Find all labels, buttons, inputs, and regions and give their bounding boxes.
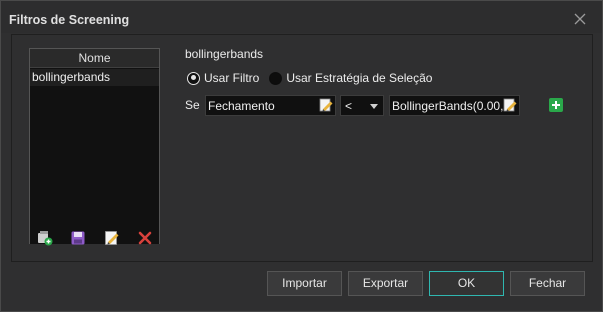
operator-select[interactable]: < — [340, 95, 384, 116]
mode-radio-group: Usar Filtro Usar Estratégia de Seleção — [187, 70, 442, 86]
save-icon — [71, 231, 85, 245]
add-filter-icon — [38, 231, 53, 246]
delete-icon — [138, 231, 152, 245]
list-toolbar — [30, 227, 159, 246]
ok-button[interactable]: OK — [429, 271, 504, 296]
use-filter-radio[interactable] — [187, 71, 200, 85]
title-bar: Filtros de Screening — [1, 1, 602, 33]
save-filter-button[interactable] — [70, 230, 86, 246]
left-operand-field[interactable]: Fechamento — [205, 95, 336, 116]
chevron-down-icon — [370, 104, 378, 109]
edit-right-operand-icon[interactable] — [503, 98, 518, 113]
filter-list: Nome bollingerbands — [29, 48, 160, 246]
use-strategy-label[interactable]: Usar Estratégia de Seleção — [286, 71, 432, 85]
screening-filters-dialog: Filtros de Screening Nome bollingerbands — [0, 0, 603, 312]
delete-filter-button[interactable] — [137, 230, 153, 246]
condition-prefix: Se — [185, 98, 200, 112]
import-button[interactable]: Importar — [267, 271, 342, 296]
use-filter-label[interactable]: Usar Filtro — [204, 71, 259, 85]
left-operand-value: Fechamento — [208, 99, 275, 113]
filter-name-label: bollingerbands — [185, 47, 264, 61]
operator-value: < — [345, 99, 353, 113]
right-operand-value: BollingerBands(0.00,20 — [392, 99, 504, 113]
add-filter-button[interactable] — [37, 230, 53, 246]
use-strategy-radio[interactable] — [269, 71, 283, 85]
close-icon[interactable] — [574, 13, 586, 25]
right-operand-field[interactable]: BollingerBands(0.00,20 — [389, 95, 520, 116]
list-item[interactable]: bollingerbands — [30, 69, 159, 86]
edit-icon — [105, 231, 119, 245]
add-condition-button[interactable] — [549, 98, 563, 112]
content-panel: Nome bollingerbands bollingerbands Usar … — [11, 34, 593, 262]
list-column-header[interactable]: Nome — [30, 49, 159, 68]
dialog-title: Filtros de Screening — [9, 13, 130, 27]
export-button[interactable]: Exportar — [348, 271, 423, 296]
close-button[interactable]: Fechar — [510, 271, 585, 296]
edit-left-operand-icon[interactable] — [319, 98, 334, 113]
edit-filter-button[interactable] — [104, 230, 120, 246]
